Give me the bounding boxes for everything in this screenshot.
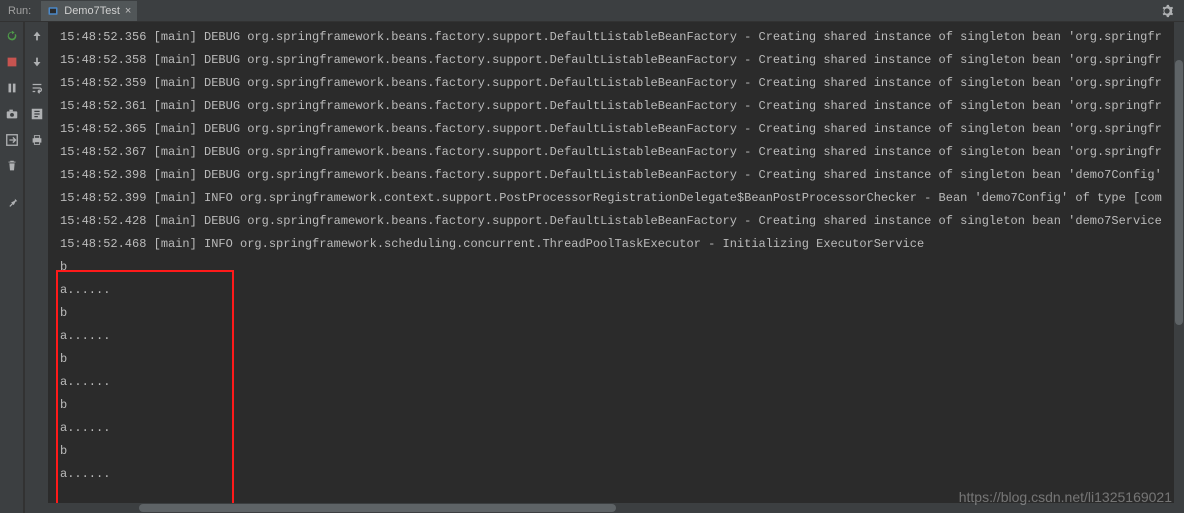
console-line: b <box>60 440 1184 463</box>
console-line: 15:48:52.358 [main] DEBUG org.springfram… <box>60 49 1184 72</box>
camera-icon <box>5 107 19 121</box>
console-line: a...... <box>60 279 1184 302</box>
console-output[interactable]: 15:48:52.356 [main] DEBUG org.springfram… <box>48 22 1184 486</box>
stop-icon <box>5 55 19 69</box>
console-line: a...... <box>60 417 1184 440</box>
print-button[interactable] <box>29 132 45 148</box>
vertical-scrollbar-thumb[interactable] <box>1175 60 1183 325</box>
console-line: a...... <box>60 371 1184 394</box>
console-line: 15:48:52.359 [main] DEBUG org.springfram… <box>60 72 1184 95</box>
close-icon[interactable]: × <box>125 5 131 17</box>
console-line: a...... <box>60 325 1184 348</box>
java-icon <box>47 5 59 17</box>
up-button[interactable] <box>29 28 45 44</box>
print-icon <box>30 133 44 147</box>
run-tab[interactable]: Demo7Test × <box>41 1 137 21</box>
console-line: 15:48:52.367 [main] DEBUG org.springfram… <box>60 141 1184 164</box>
tab-label: Demo7Test <box>64 5 120 17</box>
wrap-icon <box>30 81 44 95</box>
console-line: 15:48:52.356 [main] DEBUG org.springfram… <box>60 26 1184 49</box>
console-line: b <box>60 256 1184 279</box>
wrap-button[interactable] <box>29 80 45 96</box>
scroll-end-icon <box>30 107 44 121</box>
console-line: b <box>60 348 1184 371</box>
console-area: 15:48:52.356 [main] DEBUG org.springfram… <box>48 22 1184 513</box>
console-line: b <box>60 394 1184 417</box>
watermark: https://blog.csdn.net/li1325169021 <box>959 489 1172 505</box>
scroll-end-button[interactable] <box>29 106 45 122</box>
trash-icon <box>5 159 19 173</box>
rerun-icon <box>5 29 19 43</box>
toolwindow-header: Run: Demo7Test × <box>0 0 1184 22</box>
left-gutter-1 <box>0 22 24 513</box>
run-label: Run: <box>8 5 31 17</box>
pin-button[interactable] <box>4 194 20 210</box>
left-gutter-2 <box>24 22 48 513</box>
console-line: 15:48:52.468 [main] INFO org.springframe… <box>60 233 1184 256</box>
exit-icon <box>5 133 19 147</box>
console-line: 15:48:52.365 [main] DEBUG org.springfram… <box>60 118 1184 141</box>
horizontal-scrollbar-thumb[interactable] <box>139 504 616 512</box>
gear-icon <box>1160 4 1174 18</box>
delete-button[interactable] <box>4 158 20 174</box>
pause-icon <box>5 81 19 95</box>
down-button[interactable] <box>29 54 45 70</box>
rerun-button[interactable] <box>4 28 20 44</box>
stop-button[interactable] <box>4 54 20 70</box>
console-line: 15:48:52.398 [main] DEBUG org.springfram… <box>60 164 1184 187</box>
pause-button[interactable] <box>4 80 20 96</box>
vertical-scrollbar[interactable] <box>1174 22 1184 503</box>
up-arrow-icon <box>30 29 44 43</box>
console-line: 15:48:52.361 [main] DEBUG org.springfram… <box>60 95 1184 118</box>
console-line: 15:48:52.428 [main] DEBUG org.springfram… <box>60 210 1184 233</box>
console-line: a...... <box>60 463 1184 486</box>
down-arrow-icon <box>30 55 44 69</box>
exit-button[interactable] <box>4 132 20 148</box>
pin-icon <box>5 195 19 209</box>
dump-button[interactable] <box>4 106 20 122</box>
toolwindow-settings[interactable] <box>1160 4 1174 18</box>
console-line: b <box>60 302 1184 325</box>
console-line: 15:48:52.399 [main] INFO org.springframe… <box>60 187 1184 210</box>
